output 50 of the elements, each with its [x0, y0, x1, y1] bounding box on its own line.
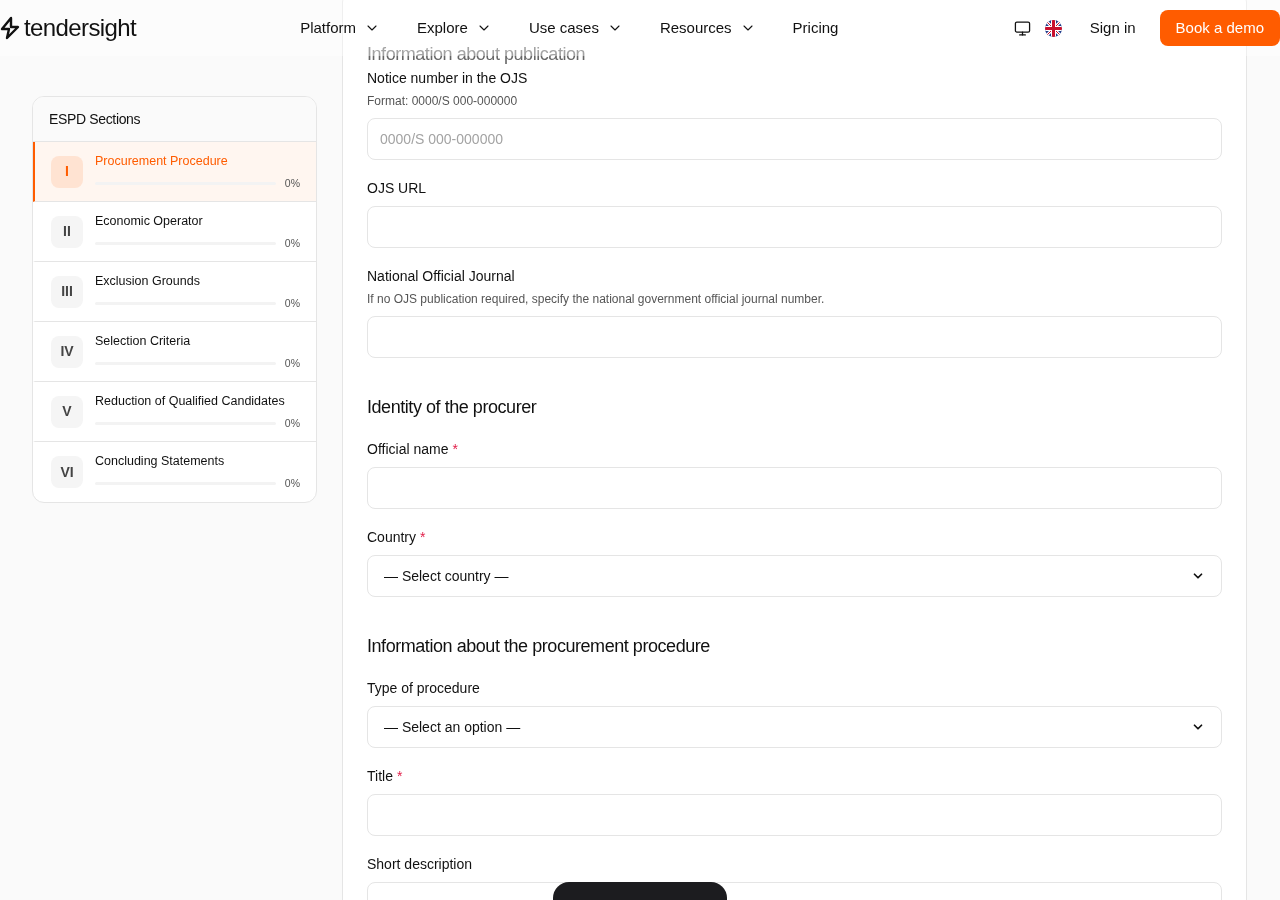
logo-wordmark[interactable]: tendersight	[24, 16, 137, 40]
section-heading: Information about the procurement procedure	[367, 635, 710, 658]
field-hint: Format: 0000/S 000-000000	[367, 93, 519, 110]
monitor-icon[interactable]	[1013, 19, 1031, 37]
section-item[interactable]: V Reduction of Qualified Candidates 0%	[33, 382, 316, 442]
logo-icon	[0, 16, 20, 40]
select-field[interactable]: — Select country —	[367, 555, 1222, 597]
section-item[interactable]: IV Selection Criteria 0%	[33, 322, 316, 382]
progress-reading: 0%	[284, 235, 300, 251]
section-numeral: V	[51, 395, 83, 428]
text-field[interactable]	[367, 206, 1222, 248]
section-item[interactable]: VI Concluding Statements 0%	[33, 442, 316, 502]
field-label: Title *	[367, 767, 404, 786]
section-heading: Identity of the procurer	[367, 396, 537, 419]
section-heading: Information about publication	[367, 43, 586, 66]
field-label: Type of procedure	[367, 679, 481, 698]
progress-reading: 0%	[284, 355, 300, 371]
section-title: Concluding Statements	[95, 453, 226, 471]
field-label: Short description	[367, 855, 474, 874]
text-field[interactable]	[367, 467, 1222, 509]
section-numeral: VI	[51, 456, 83, 488]
select-field[interactable]: — Select an option —	[367, 706, 1222, 748]
progress-reading: 0%	[284, 476, 300, 491]
section-item[interactable]: II Economic Operator 0%	[33, 202, 316, 262]
section-title: Procurement Procedure	[95, 152, 229, 170]
section-title: Reduction of Qualified Candidates	[95, 392, 286, 410]
section-numeral: III	[51, 275, 83, 308]
field-label: Country *	[367, 528, 427, 547]
section-title: Selection Criteria	[95, 332, 192, 350]
progress-reading: 0%	[284, 175, 300, 191]
section-numeral: I	[51, 155, 83, 188]
section-item[interactable]: I Procurement Procedure 0%	[33, 142, 316, 202]
section-numeral: II	[51, 215, 83, 248]
text-field[interactable]: 0000/S 000-000000	[367, 118, 1222, 160]
field-label: National Official Journal	[367, 267, 516, 286]
text-field[interactable]	[367, 316, 1222, 358]
section-item[interactable]: III Exclusion Grounds 0%	[33, 262, 316, 322]
section-numeral: IV	[51, 335, 83, 368]
field-hint: If no OJS publication required, specify the national government official journal number.	[367, 291, 826, 308]
sign-in-link[interactable]: Sign in	[1089, 16, 1136, 40]
section-title: Exclusion Grounds	[95, 272, 201, 290]
field-label: OJS URL	[367, 179, 428, 198]
field-label: Official name *	[367, 440, 459, 459]
progress-reading: 0%	[284, 415, 300, 431]
section-title: Economic Operator	[95, 212, 204, 230]
field-label: Notice number in the OJS	[367, 69, 529, 88]
nav-link[interactable]: Pricing	[792, 16, 839, 40]
sections-title: ESPD Sections	[49, 109, 141, 129]
progress-reading: 0%	[284, 295, 300, 311]
text-field[interactable]	[367, 794, 1222, 836]
